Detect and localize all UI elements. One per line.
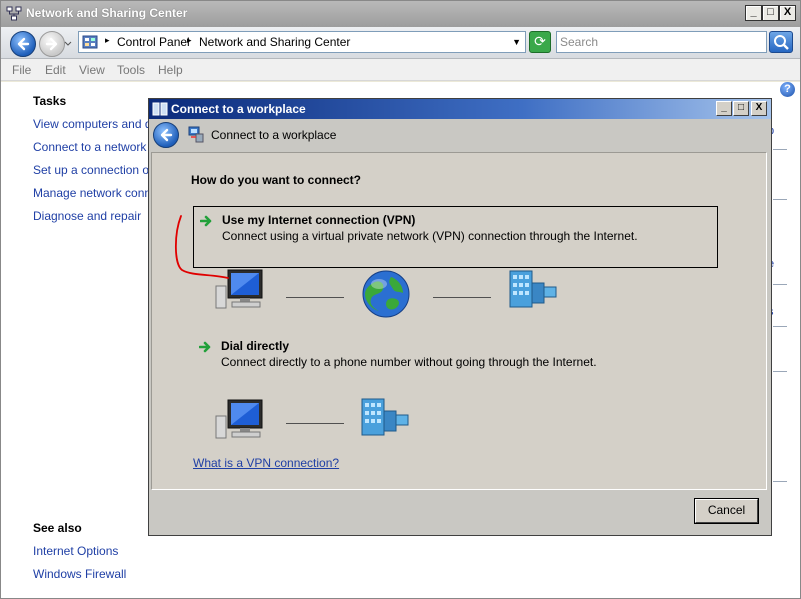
search-icon: [774, 35, 789, 50]
cancel-button[interactable]: Cancel: [695, 499, 758, 523]
breadcrumb-control-panel[interactable]: Control Panel: [117, 35, 190, 49]
background-divider: [773, 149, 787, 150]
connection-line: [286, 423, 344, 424]
dialog-titlebar: Connect to a workplace _ □ X: [149, 99, 771, 119]
option-vpn-title: Use my Internet connection (VPN): [222, 213, 416, 227]
refresh-button[interactable]: ⟳: [529, 31, 551, 53]
connect-workplace-dialog: Connect to a workplace _ □ X Connect to …: [148, 98, 772, 536]
help-icon[interactable]: ?: [780, 82, 795, 97]
breadcrumb-network-sharing-center[interactable]: Network and Sharing Center: [199, 35, 350, 49]
connection-line: [286, 297, 344, 298]
option-vpn-description: Connect using a virtual private network …: [222, 229, 638, 243]
green-arrow-icon: [199, 341, 211, 353]
back-arrow-icon: [17, 37, 30, 51]
task-manage-connections[interactable]: Manage network connections: [33, 186, 149, 200]
menu-bar: File Edit View Tools Help: [1, 59, 800, 81]
dialog-back-button[interactable]: [153, 122, 179, 148]
breadcrumb-separator[interactable]: ▸: [187, 35, 192, 46]
what-is-vpn-link[interactable]: What is a VPN connection?: [193, 456, 339, 470]
link-internet-options[interactable]: Internet Options: [33, 544, 149, 558]
computer-icon: [215, 399, 263, 439]
red-annotation-mark: [174, 215, 229, 279]
dialog-title: Connect to a workplace: [171, 102, 306, 116]
link-windows-firewall[interactable]: Windows Firewall: [33, 567, 149, 581]
option-dial-title: Dial directly: [221, 339, 290, 353]
window-title: Network and Sharing Center: [26, 6, 188, 20]
tasks-heading: Tasks: [33, 94, 67, 108]
menu-tools[interactable]: Tools: [117, 63, 145, 77]
task-connect-to-network[interactable]: Connect to a network: [33, 140, 149, 154]
background-divider: [773, 199, 787, 200]
search-button[interactable]: [769, 31, 793, 53]
window-titlebar: Network and Sharing Center _ □ X: [1, 1, 800, 27]
forward-button[interactable]: [39, 31, 65, 57]
dialog-minimize-button[interactable]: _: [716, 101, 732, 116]
network-icon: [6, 6, 22, 21]
dialog-maximize-button[interactable]: □: [733, 101, 749, 116]
task-set-up-connection[interactable]: Set up a connection or network: [33, 163, 149, 177]
minimize-button[interactable]: _: [745, 5, 762, 21]
workplace-icon: [188, 126, 204, 143]
breadcrumb-separator[interactable]: ▸: [105, 35, 110, 46]
network-icon: [152, 102, 168, 116]
refresh-icon: ⟳: [534, 33, 546, 49]
corporate-building-icon: [509, 270, 557, 308]
dialog-close-button[interactable]: X: [751, 101, 767, 116]
dialog-header: Connect to a workplace: [149, 119, 771, 151]
menu-view[interactable]: View: [79, 63, 105, 77]
address-bar[interactable]: ▸ Control Panel ▸ Network and Sharing Ce…: [78, 31, 526, 53]
corporate-building-icon: [361, 398, 409, 436]
option-dial-description: Connect directly to a phone number witho…: [221, 355, 597, 369]
dialog-header-title: Connect to a workplace: [211, 128, 337, 142]
navigation-bar: ▸ Control Panel ▸ Network and Sharing Ce…: [1, 27, 800, 59]
menu-help[interactable]: Help: [158, 63, 183, 77]
menu-file[interactable]: File: [12, 63, 31, 77]
dialog-content: How do you want to connect? Use my Inter…: [151, 152, 767, 490]
task-diagnose-repair[interactable]: Diagnose and repair: [33, 209, 149, 223]
option-dial-directly[interactable]: Dial directly Connect directly to a phon…: [193, 333, 718, 395]
background-divider: [773, 284, 787, 285]
background-divider: [773, 371, 787, 372]
search-input[interactable]: Search: [556, 31, 767, 53]
history-dropdown-icon[interactable]: [64, 40, 72, 48]
control-panel-icon: [82, 35, 98, 49]
background-divider: [773, 326, 787, 327]
maximize-button[interactable]: □: [762, 5, 779, 21]
menu-edit[interactable]: Edit: [45, 63, 66, 77]
connect-question: How do you want to connect?: [191, 173, 361, 187]
address-dropdown-icon[interactable]: ▼: [512, 37, 521, 47]
background-divider: [773, 481, 787, 482]
option-vpn[interactable]: Use my Internet connection (VPN) Connect…: [193, 206, 718, 268]
back-arrow-icon: [160, 128, 173, 142]
globe-icon: [362, 270, 410, 318]
back-button[interactable]: [10, 31, 36, 57]
see-also-heading: See also: [33, 521, 82, 535]
close-button[interactable]: X: [779, 5, 796, 21]
forward-arrow-icon: [45, 37, 58, 51]
connection-line: [433, 297, 491, 298]
task-view-computers[interactable]: View computers and devices: [33, 117, 149, 131]
